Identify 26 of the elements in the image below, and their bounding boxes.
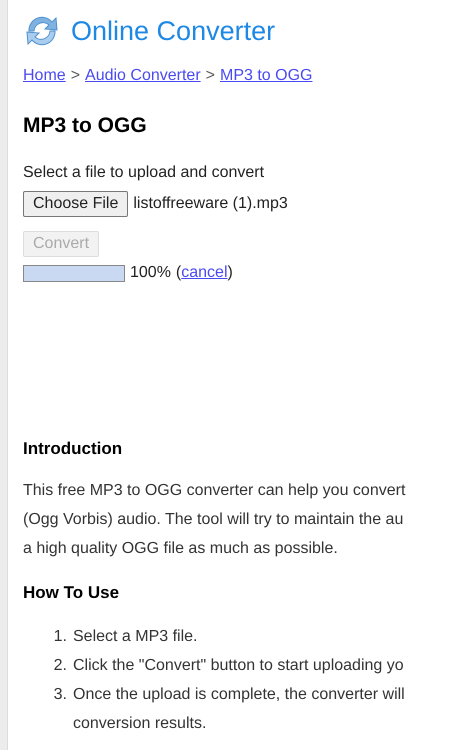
step-text: conversion results. [73, 714, 208, 734]
paren: ) [228, 263, 233, 283]
breadcrumb-link[interactable]: Home [23, 64, 66, 88]
step-number: 2. [52, 656, 68, 676]
section-heading: Introduction [23, 438, 124, 460]
step-text: Click the "Convert" button to start uploading yo [73, 656, 404, 676]
breadcrumb-link[interactable]: Audio Converter [85, 64, 201, 88]
step-number: 3. [52, 685, 68, 705]
paren: ( [176, 263, 182, 283]
paragraph-line: a high quality OGG file as much as possible. [23, 538, 339, 558]
paragraph-line: (Ogg Vorbis) audio. The tool will try to maintain the au [23, 510, 404, 530]
breadcrumb-link[interactable]: MP3 to OGG [220, 64, 312, 88]
paragraph-line: This free MP3 to OGG converter can help you convert [23, 480, 406, 500]
page-heading: MP3 to OGG [23, 112, 148, 138]
file-name: listoffreeware (1).mp3 [133, 194, 288, 214]
breadcrumb-separator: > [206, 66, 215, 86]
choose-file-button[interactable]: Choose File [23, 191, 128, 217]
step-text: Once the upload is complete, the converter will [73, 685, 405, 705]
breadcrumb-separator: > [70, 66, 80, 86]
site-title: Online Converter [71, 15, 276, 48]
upload-prompt: Select a file to upload and convert [23, 163, 266, 183]
section-heading: How To Use [23, 582, 120, 604]
step-text: Select a MP3 file. [73, 627, 198, 647]
step-number: 1. [52, 627, 68, 647]
cancel-link[interactable]: cancel [181, 261, 228, 285]
progress-percent: 100% [130, 263, 171, 283]
